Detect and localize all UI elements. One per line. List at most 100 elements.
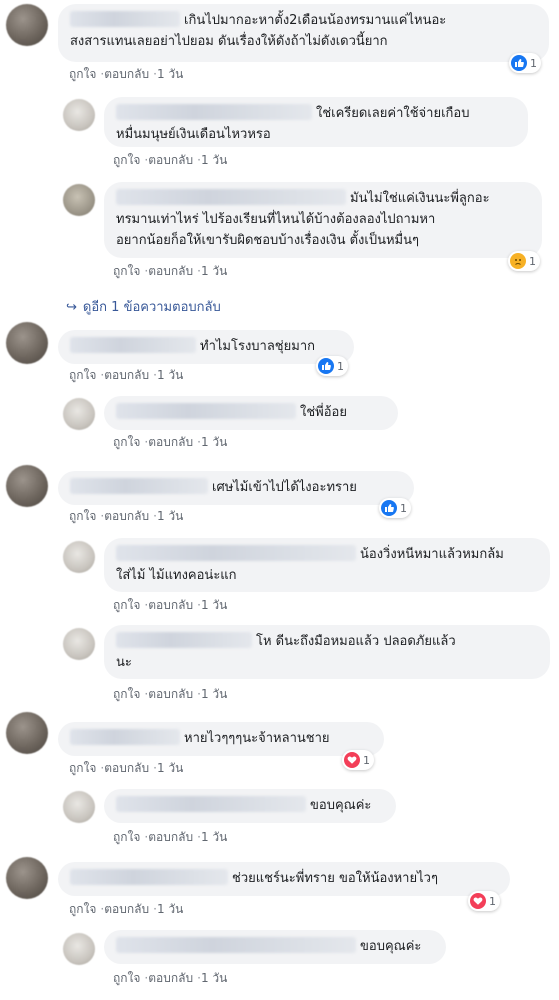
reply-link[interactable]: ตอบกลับ xyxy=(148,687,193,701)
like-link[interactable]: ถูกใจ xyxy=(113,153,140,167)
commenter-name-blurred[interactable] xyxy=(116,403,296,419)
comment-actions: ถูกใจ ·ตอบกลับ ·1 วัน xyxy=(113,264,228,278)
reply-link[interactable]: ตอบกลับ xyxy=(104,509,149,523)
comment-text: เศษไม้เข้าไปได้ไงอะทราย xyxy=(212,480,357,495)
comment-actions: ถูกใจ ·ตอบกลับ ·1 วัน xyxy=(69,67,184,81)
comment-text: ช่วยแชร์นะพี่ทราย ขอให้น้องหายไวๆ xyxy=(232,871,438,886)
comment-actions: ถูกใจ ·ตอบกลับ ·1 วัน xyxy=(113,435,228,449)
timestamp[interactable]: 1 วัน xyxy=(201,687,227,701)
commenter-name-blurred[interactable] xyxy=(70,11,180,27)
comment-actions: ถูกใจ ·ตอบกลับ ·1 วัน xyxy=(113,153,228,167)
avatar[interactable] xyxy=(6,465,48,507)
comment-actions: ถูกใจ ·ตอบกลับ ·1 วัน xyxy=(69,761,184,775)
comment-actions: ถูกใจ ·ตอบกลับ ·1 วัน xyxy=(69,368,184,382)
comment-bubble: ทำไมโรงบาลชุ่ยมาก xyxy=(58,330,354,364)
reply-bubble: ใช่พี่อ้อย xyxy=(104,396,398,430)
like-link[interactable]: ถูกใจ xyxy=(113,264,140,278)
commenter-name-blurred[interactable] xyxy=(70,478,208,494)
avatar[interactable] xyxy=(63,628,95,660)
avatar[interactable] xyxy=(63,791,95,823)
reaction-badge[interactable]: 1 xyxy=(509,53,541,73)
reply-link[interactable]: ตอบกลับ xyxy=(104,67,149,81)
comment-text: ทำไมโรงบาลชุ่ยมาก xyxy=(200,339,315,354)
like-link[interactable]: ถูกใจ xyxy=(69,761,96,775)
like-link[interactable]: ถูกใจ xyxy=(69,902,96,916)
avatar[interactable] xyxy=(63,541,95,573)
commenter-name-blurred[interactable] xyxy=(116,189,346,205)
reaction-count: 1 xyxy=(400,501,407,515)
commenter-name-blurred[interactable] xyxy=(116,937,356,953)
reply-bubble: โห ดีนะถึงมือหมอแล้ว ปลอดภัยแล้ว นะ xyxy=(104,625,550,679)
comment-actions: ถูกใจ ·ตอบกลับ ·1 วัน xyxy=(113,687,228,701)
comment-bubble: ช่วยแชร์นะพี่ทราย ขอให้น้องหายไวๆ xyxy=(58,862,510,896)
commenter-name-blurred[interactable] xyxy=(116,632,252,648)
timestamp[interactable]: 1 วัน xyxy=(157,67,183,81)
avatar[interactable] xyxy=(6,4,48,46)
reply-link[interactable]: ตอบกลับ xyxy=(148,830,193,844)
reaction-badge[interactable]: 1 xyxy=(379,498,411,518)
reply-bubble: ใช่เครียดเลยค่าใช้จ่ายเกือบ หมื่นมนุษย์เ… xyxy=(104,97,528,147)
timestamp[interactable]: 1 วัน xyxy=(157,902,183,916)
comment-bubble: หายไวๆๆๆนะจ้าหลานชาย xyxy=(58,722,384,756)
commenter-name-blurred[interactable] xyxy=(116,104,312,120)
commenter-name-blurred[interactable] xyxy=(70,869,228,885)
comment-actions: ถูกใจ ·ตอบกลับ ·1 วัน xyxy=(69,902,184,916)
like-link[interactable]: ถูกใจ xyxy=(113,687,140,701)
timestamp[interactable]: 1 วัน xyxy=(201,153,227,167)
commenter-name-blurred[interactable] xyxy=(116,796,306,812)
commenter-name-blurred[interactable] xyxy=(70,337,196,353)
timestamp[interactable]: 1 วัน xyxy=(201,435,227,449)
reaction-badge[interactable]: 1 xyxy=(468,891,500,911)
timestamp[interactable]: 1 วัน xyxy=(201,264,227,278)
reply-link[interactable]: ตอบกลับ xyxy=(148,971,193,985)
commenter-name-blurred[interactable] xyxy=(116,545,356,561)
reply-arrow-icon: ↪ xyxy=(66,300,77,315)
like-link[interactable]: ถูกใจ xyxy=(113,598,140,612)
reply-bubble: มันไม่ใช่แค่เงินนะพี่ลูกอะ ทรมานเท่าไหร่… xyxy=(104,182,542,258)
reaction-count: 1 xyxy=(529,254,536,268)
like-link[interactable]: ถูกใจ xyxy=(113,830,140,844)
comment-actions: ถูกใจ ·ตอบกลับ ·1 วัน xyxy=(113,598,228,612)
comment-actions: ถูกใจ ·ตอบกลับ ·1 วัน xyxy=(113,971,228,985)
reaction-badge[interactable]: 1 xyxy=(316,356,348,376)
timestamp[interactable]: 1 วัน xyxy=(157,509,183,523)
reply-link[interactable]: ตอบกลับ xyxy=(148,435,193,449)
avatar[interactable] xyxy=(63,398,95,430)
reaction-badge[interactable]: 1 xyxy=(508,251,540,271)
like-icon xyxy=(381,500,397,516)
avatar[interactable] xyxy=(6,857,48,899)
like-icon xyxy=(318,358,334,374)
timestamp[interactable]: 1 วัน xyxy=(157,761,183,775)
reply-link[interactable]: ตอบกลับ xyxy=(104,368,149,382)
reaction-badge[interactable]: 1 xyxy=(342,750,374,770)
reply-link[interactable]: ตอบกลับ xyxy=(148,264,193,278)
reply-bubble: น้องวิ่งหนีหมาแล้วหมกล้ม ใส่ไม้ ไม้แทงคอ… xyxy=(104,538,550,592)
comment-text: ขอบคุณค่ะ xyxy=(360,939,422,954)
sad-icon xyxy=(510,253,526,269)
timestamp[interactable]: 1 วัน xyxy=(201,598,227,612)
like-link[interactable]: ถูกใจ xyxy=(69,509,96,523)
avatar[interactable] xyxy=(63,933,95,965)
avatar[interactable] xyxy=(6,322,48,364)
like-link[interactable]: ถูกใจ xyxy=(69,67,96,81)
avatar[interactable] xyxy=(63,184,95,216)
timestamp[interactable]: 1 วัน xyxy=(201,830,227,844)
commenter-name-blurred[interactable] xyxy=(70,729,180,745)
reply-bubble: ขอบคุณค่ะ xyxy=(104,789,396,823)
timestamp[interactable]: 1 วัน xyxy=(201,971,227,985)
reply-link[interactable]: ตอบกลับ xyxy=(148,598,193,612)
reply-link[interactable]: ตอบกลับ xyxy=(104,761,149,775)
timestamp[interactable]: 1 วัน xyxy=(157,368,183,382)
like-icon xyxy=(511,55,527,71)
like-link[interactable]: ถูกใจ xyxy=(113,971,140,985)
view-more-replies-link[interactable]: ↪ ดูอีก 1 ข้อความตอบกลับ xyxy=(66,296,221,317)
reply-bubble: ขอบคุณค่ะ xyxy=(104,930,446,964)
comment-text: ขอบคุณค่ะ xyxy=(310,798,372,813)
like-link[interactable]: ถูกใจ xyxy=(113,435,140,449)
reply-link[interactable]: ตอบกลับ xyxy=(104,902,149,916)
avatar[interactable] xyxy=(63,99,95,131)
reply-link[interactable]: ตอบกลับ xyxy=(148,153,193,167)
comment-bubble: เศษไม้เข้าไปได้ไงอะทราย xyxy=(58,471,414,505)
like-link[interactable]: ถูกใจ xyxy=(69,368,96,382)
avatar[interactable] xyxy=(6,712,48,754)
